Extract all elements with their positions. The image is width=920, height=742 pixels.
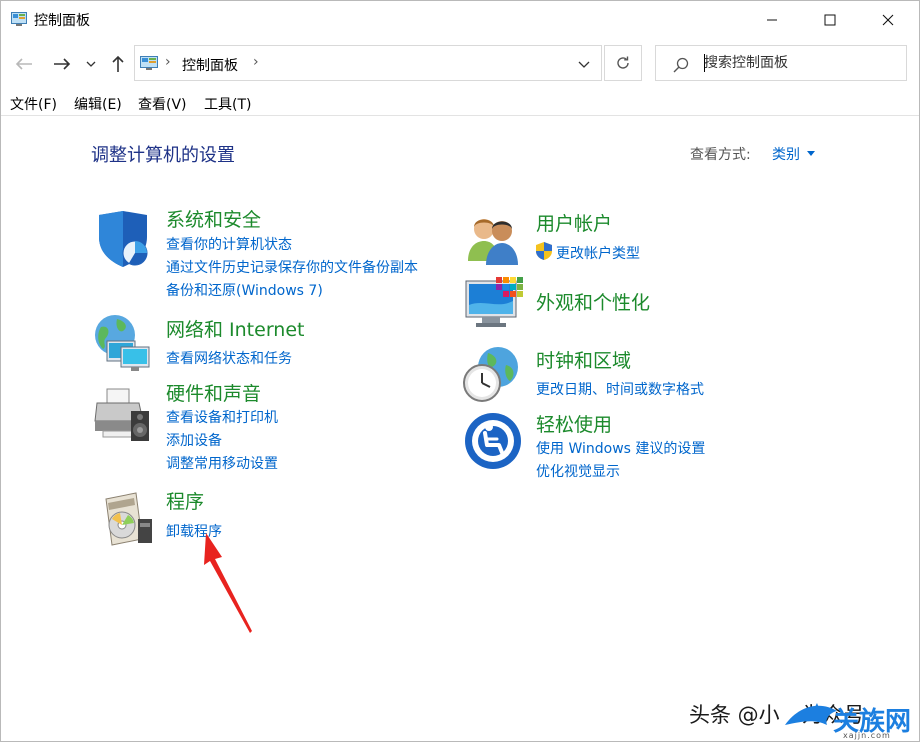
chevron-down-icon: [86, 61, 96, 67]
menu-file[interactable]: 文件(F): [10, 94, 57, 114]
refresh-button[interactable]: [604, 45, 642, 81]
network-globe-icon[interactable]: [93, 313, 153, 373]
shield-icon[interactable]: [95, 209, 155, 269]
breadcrumb-control-panel[interactable]: 控制面板: [182, 55, 238, 75]
category-programs[interactable]: 程序: [166, 487, 204, 514]
breadcrumb-separator-icon[interactable]: ›: [165, 54, 171, 70]
menu-view[interactable]: 查看(V): [138, 94, 187, 114]
category-hardware-sound[interactable]: 硬件和声音: [166, 379, 261, 406]
close-button[interactable]: [859, 1, 917, 39]
category-network-internet[interactable]: 网络和 Internet: [166, 315, 304, 342]
menu-bar: 文件(F) 编辑(E) 查看(V) 工具(T): [1, 89, 919, 116]
address-bar[interactable]: › 控制面板 ›: [134, 45, 602, 81]
back-arrow-icon: [15, 58, 32, 70]
uac-shield-icon: [536, 242, 552, 260]
ease-of-access-icon[interactable]: [463, 411, 523, 471]
recent-locations-button[interactable]: [79, 51, 103, 77]
category-ease-of-access[interactable]: 轻松使用: [536, 410, 612, 437]
address-dropdown-icon[interactable]: [576, 56, 592, 72]
minimize-icon: [767, 19, 777, 21]
menu-tools[interactable]: 工具(T): [204, 94, 251, 114]
up-button[interactable]: [105, 51, 131, 77]
maximize-icon: [824, 14, 836, 26]
search-input[interactable]: [704, 47, 900, 79]
monitor-palette-icon[interactable]: [464, 275, 524, 335]
page-title: 调整计算机的设置: [91, 145, 235, 166]
view-by-dropdown[interactable]: 类别: [772, 144, 800, 164]
close-icon: [882, 14, 894, 26]
link-file-history-backup[interactable]: 通过文件历史记录保存你的文件备份副本: [166, 257, 418, 277]
link-change-account-type[interactable]: 更改帐户类型: [556, 243, 640, 263]
control-panel-window: 控制面板 › 控制面板 › 搜索控制面板 文件(F) 编辑(E) 查看(V) 工…: [0, 0, 920, 742]
minimize-button[interactable]: [743, 1, 801, 39]
view-by-label: 查看方式:: [690, 147, 751, 163]
link-network-status-tasks[interactable]: 查看网络状态和任务: [166, 348, 292, 368]
link-windows-suggested-settings[interactable]: 使用 Windows 建议的设置: [536, 438, 705, 458]
navigation-bar: › 控制面板 ›: [1, 43, 919, 85]
link-change-date-time-format[interactable]: 更改日期、时间或数字格式: [536, 379, 704, 399]
maximize-button[interactable]: [801, 1, 859, 39]
clock-globe-icon[interactable]: [462, 345, 522, 405]
programs-disc-icon[interactable]: [98, 489, 158, 549]
back-button[interactable]: [11, 51, 37, 77]
breadcrumb-separator-icon[interactable]: ›: [253, 54, 259, 70]
menu-edit[interactable]: 编辑(E): [74, 94, 122, 114]
category-system-security[interactable]: 系统和安全: [166, 205, 261, 232]
watermark-logo-url: xajjn.com: [843, 731, 891, 740]
link-backup-restore[interactable]: 备份和还原(Windows 7): [166, 280, 323, 300]
control-panel-app-icon: [11, 12, 27, 26]
control-panel-icon: [140, 56, 158, 70]
up-arrow-icon: [112, 55, 124, 72]
title-bar: 控制面板: [1, 1, 919, 39]
red-annotation-arrow-icon: [204, 533, 252, 633]
forward-button[interactable]: [49, 51, 75, 77]
search-icon: [673, 57, 689, 73]
link-devices-printers[interactable]: 查看设备和打印机: [166, 407, 278, 427]
view-by-dropdown-arrow-icon[interactable]: [807, 151, 815, 156]
category-user-accounts[interactable]: 用户帐户: [536, 209, 612, 236]
category-clock-region[interactable]: 时钟和区域: [536, 346, 631, 373]
refresh-icon: [617, 56, 629, 69]
window-title: 控制面板: [34, 13, 90, 29]
printer-speaker-icon[interactable]: [93, 385, 153, 445]
link-mobility-settings[interactable]: 调整常用移动设置: [166, 453, 278, 473]
category-appearance-personalization[interactable]: 外观和个性化: [536, 288, 650, 315]
forward-arrow-icon: [54, 58, 71, 70]
search-box[interactable]: [655, 45, 907, 81]
users-icon[interactable]: [464, 211, 524, 271]
link-optimize-visual-display[interactable]: 优化视觉显示: [536, 461, 620, 481]
link-view-computer-status[interactable]: 查看你的计算机状态: [166, 234, 292, 254]
link-add-device[interactable]: 添加设备: [166, 430, 222, 450]
